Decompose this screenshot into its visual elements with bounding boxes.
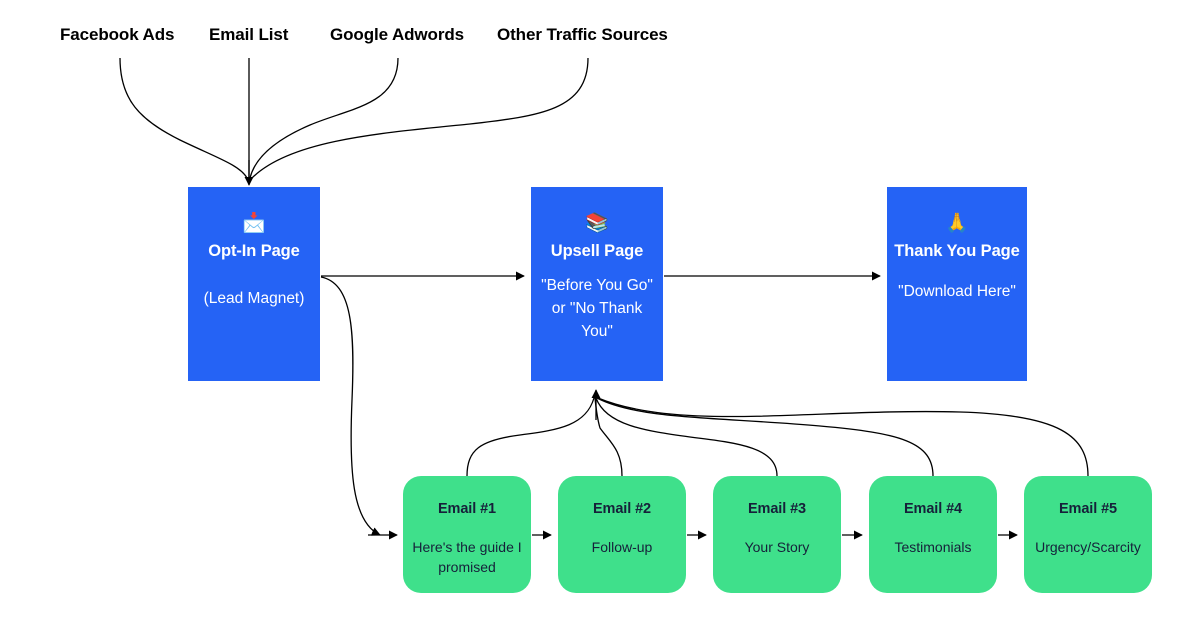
email-5-title: Email #5 [1058, 501, 1118, 517]
incoming-envelope-icon: 📩 [242, 213, 266, 234]
upsell-page-subtitle: "Before You Go" or "No Thank You" [541, 276, 653, 341]
wire-google-adwords-to-opt-in [249, 57, 399, 179]
email-4-title: Email #4 [903, 501, 963, 517]
traffic-source-facebook-ads[interactable]: Facebook Ads [60, 25, 174, 45]
upsell-page-title: Upsell Page [550, 242, 644, 260]
wire-email-3-to-upsell [595, 397, 778, 477]
opt-in-page-title: Opt-In Page [208, 242, 300, 260]
opt-in-page-subtitle: (Lead Magnet) [203, 289, 305, 307]
wire-email-2-to-upsell [594, 397, 623, 477]
folded-hands-icon: 🙏 [945, 213, 969, 234]
wire-email-5-to-upsell [597, 397, 1089, 477]
email-1-subtitle: Here's the guide I promised [412, 539, 522, 576]
wire-facebook-ads-to-opt-in [119, 57, 248, 179]
email-3-title: Email #3 [747, 501, 807, 517]
node-email-3[interactable]: Email #3 Your Story [713, 476, 841, 593]
traffic-source-other-traffic-sources[interactable]: Other Traffic Sources [497, 25, 668, 45]
wire-email-4-to-upsell [596, 397, 934, 477]
books-icon: 📚 [585, 213, 609, 234]
wire-other-traffic-to-opt-in [251, 57, 589, 179]
email-4-subtitle: Testimonials [894, 539, 972, 555]
node-email-5[interactable]: Email #5 Urgency/Scarcity [1024, 476, 1152, 593]
node-email-4[interactable]: Email #4 Testimonials [869, 476, 997, 593]
node-thank-you-page[interactable]: 🙏 Thank You Page "Download Here" [887, 187, 1027, 381]
email-2-subtitle: Follow-up [591, 539, 653, 555]
node-email-2[interactable]: Email #2 Follow-up [558, 476, 686, 593]
traffic-source-google-adwords[interactable]: Google Adwords [330, 25, 464, 45]
funnel-diagram-canvas: Facebook Ads Email List Google Adwords O… [0, 0, 1200, 641]
node-email-1[interactable]: Email #1 Here's the guide I promised [403, 476, 531, 593]
traffic-source-email-list[interactable]: Email List [209, 25, 288, 45]
thank-you-page-title: Thank You Page [894, 242, 1020, 260]
wire-opt-in-to-email-1 [320, 276, 381, 536]
email-1-title: Email #1 [437, 501, 497, 517]
wire-email-1-to-upsell [466, 397, 595, 477]
thank-you-page-subtitle: "Download Here" [898, 282, 1016, 300]
node-opt-in-page[interactable]: 📩 Opt-In Page (Lead Magnet) [188, 187, 320, 381]
email-2-title: Email #2 [592, 501, 652, 517]
email-3-subtitle: Your Story [744, 539, 810, 555]
node-upsell-page[interactable]: 📚 Upsell Page "Before You Go" or "No Tha… [531, 187, 663, 381]
email-5-subtitle: Urgency/Scarcity [1035, 539, 1141, 555]
